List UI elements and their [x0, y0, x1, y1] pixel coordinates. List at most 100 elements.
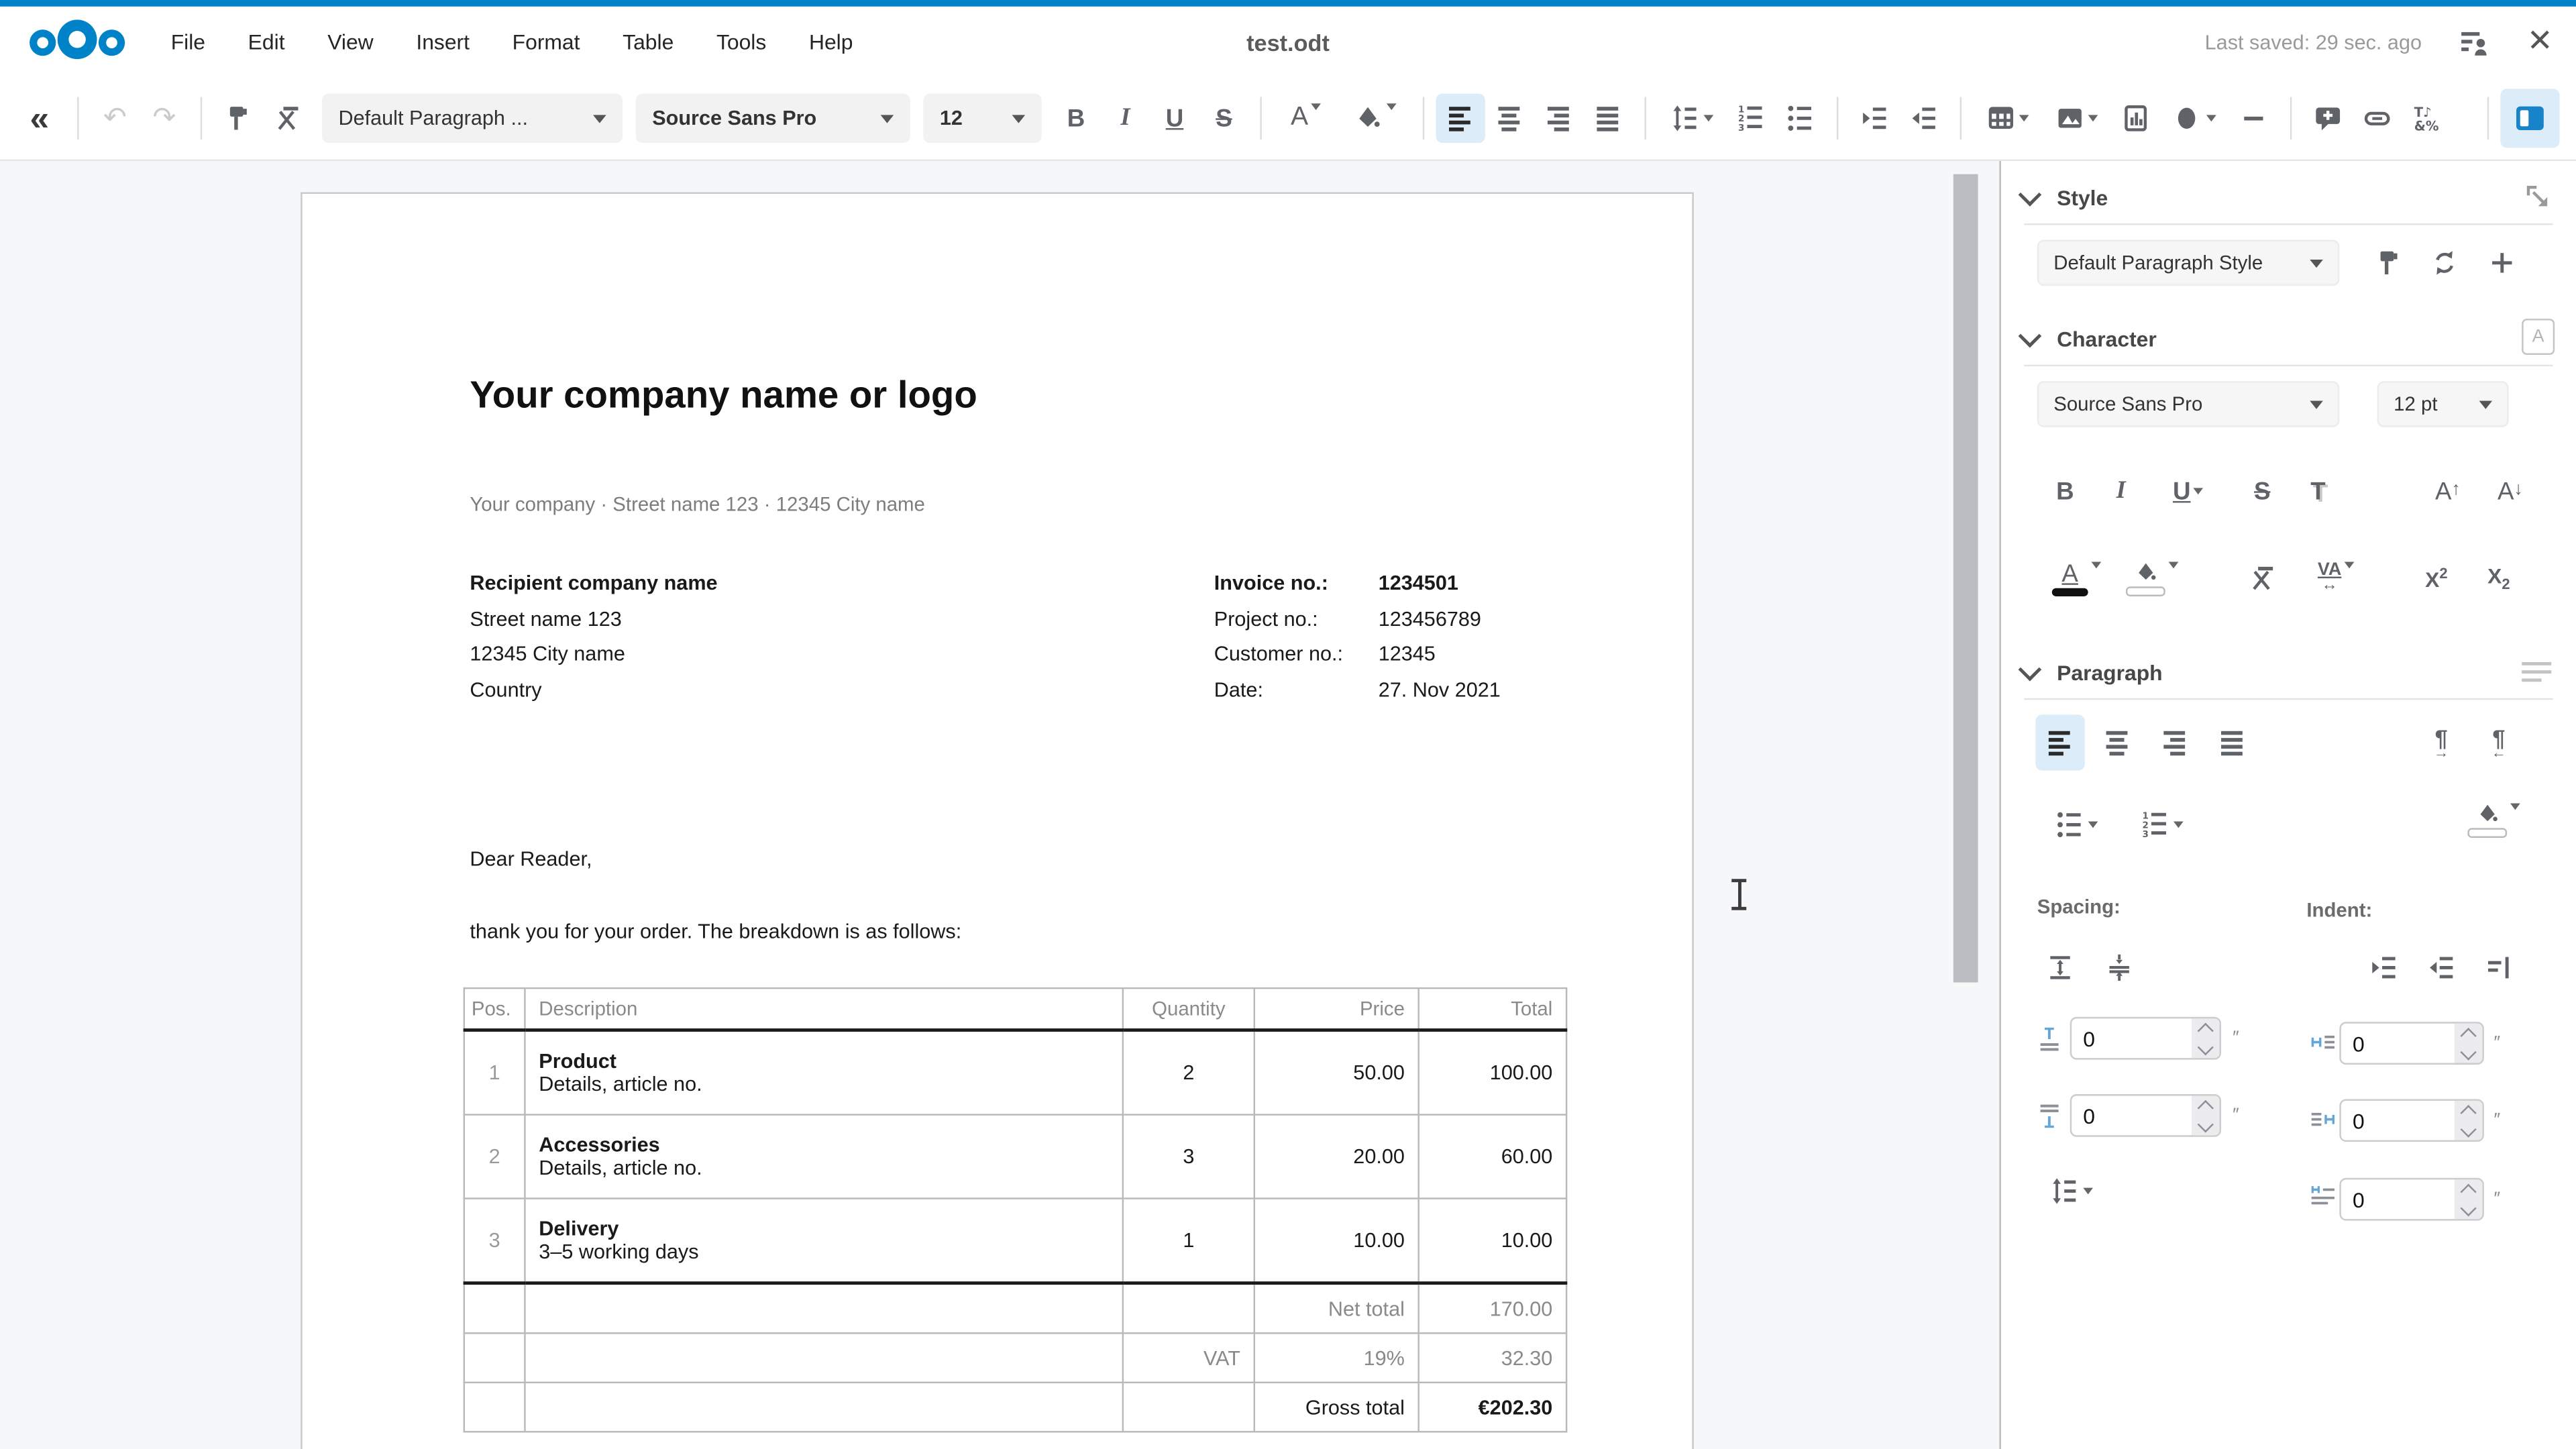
sidebar-align-justify-button[interactable]	[2208, 714, 2257, 770]
insert-comment-button[interactable]	[2303, 94, 2352, 143]
indent-before-input[interactable]: 0	[2339, 1022, 2484, 1065]
align-left-button[interactable]	[1436, 94, 1485, 143]
sidebar-decrease-indent-button[interactable]	[2416, 943, 2465, 992]
shrink-font-button[interactable]: A↓	[2474, 467, 2546, 516]
sidebar-line-spacing-button[interactable]	[2035, 1167, 2108, 1216]
sidebar-font-color-button[interactable]: A	[2041, 553, 2113, 602]
hanging-indent-button[interactable]	[2474, 943, 2523, 992]
clear-formatting-button[interactable]	[263, 94, 312, 143]
insert-horizontal-line-button[interactable]	[2229, 94, 2278, 143]
clone-formatting-button[interactable]	[213, 94, 262, 143]
paragraph-section-header[interactable]: Paragraph	[2024, 652, 2553, 692]
character-section-header[interactable]: Character	[2024, 319, 2553, 358]
sidebar-align-right-button[interactable]	[2151, 714, 2200, 770]
spinner-buttons[interactable]	[2192, 1018, 2220, 1058]
character-dialog-icon[interactable]: A	[2522, 319, 2555, 355]
sidebar-shadow-button[interactable]: T	[2294, 467, 2343, 516]
decrease-indent-button[interactable]	[1899, 94, 1948, 143]
paragraph-ltr-button[interactable]: ¶→	[2416, 714, 2465, 770]
menu-table[interactable]: Table	[623, 30, 674, 54]
sidebar-underline-button[interactable]: U	[2152, 467, 2224, 516]
menu-format[interactable]: Format	[513, 30, 580, 54]
style-preset-dropdown[interactable]: Default Paragraph Style	[2037, 240, 2340, 286]
line-spacing-button[interactable]	[1658, 94, 1727, 143]
increase-indent-button[interactable]	[1850, 94, 1899, 143]
superscript-button[interactable]: X2	[2412, 553, 2461, 602]
highlight-color-button[interactable]	[1339, 94, 1411, 143]
menu-edit[interactable]: Edit	[248, 30, 285, 54]
menu-file[interactable]: File	[171, 30, 205, 54]
font-size-dropdown[interactable]: 12	[923, 94, 1041, 143]
sidebar-increase-indent-button[interactable]	[2359, 943, 2408, 992]
chevron-down-icon	[2310, 259, 2323, 267]
italic-button[interactable]: I	[1101, 94, 1150, 143]
spinner-buttons[interactable]	[2192, 1095, 2220, 1135]
align-right-button[interactable]	[1534, 94, 1583, 143]
paragraph-dialog-icon[interactable]	[2522, 657, 2551, 687]
sidebar-font-size-dropdown[interactable]: 12 pt	[2377, 381, 2509, 427]
insert-chart-button[interactable]	[2111, 94, 2160, 143]
close-icon[interactable]: ✕	[2527, 26, 2553, 58]
strikethrough-button[interactable]: S	[1199, 94, 1248, 143]
spacing-below-input[interactable]: 0	[2070, 1094, 2221, 1137]
align-justify-button[interactable]	[1584, 94, 1633, 143]
sidebar-bold-button[interactable]: B	[2041, 467, 2090, 516]
menu-view[interactable]: View	[327, 30, 373, 54]
chevron-down-icon	[2088, 115, 2098, 121]
underline-button[interactable]: U	[1150, 94, 1199, 143]
sidebar-numbered-list-button[interactable]: 1 2 3	[2126, 800, 2198, 849]
menu-tools[interactable]: Tools	[716, 30, 766, 54]
style-section-header[interactable]: Style	[2024, 177, 2553, 217]
spinner-buttons[interactable]	[2455, 1179, 2483, 1219]
vertical-scrollbar[interactable]	[1953, 174, 1978, 983]
insert-hyperlink-button[interactable]	[2353, 94, 2402, 143]
undo-icon: ↶	[103, 102, 127, 135]
document-page[interactable]: Your company name or logo Your company ·…	[301, 193, 1694, 1449]
new-style-button[interactable]	[2477, 238, 2526, 287]
sidebar-align-center-button[interactable]	[2093, 714, 2142, 770]
menu-help[interactable]: Help	[809, 30, 853, 54]
user-list-icon[interactable]	[2458, 25, 2491, 58]
subscript-button[interactable]: X2	[2474, 553, 2523, 602]
font-name-dropdown[interactable]: Source Sans Pro	[636, 94, 910, 143]
paragraph-style-dropdown[interactable]: Default Paragraph ...	[322, 94, 623, 143]
increase-paragraph-spacing-button[interactable]	[2035, 943, 2084, 992]
spinner-buttons[interactable]	[2455, 1024, 2483, 1063]
insert-special-character-button[interactable]: T♪ &%	[2402, 94, 2451, 143]
sidebar-clear-formatting-button[interactable]	[2238, 553, 2287, 602]
grow-font-button[interactable]: A↑	[2412, 467, 2484, 516]
update-style-button[interactable]	[2364, 238, 2413, 287]
pop-out-icon[interactable]	[2524, 182, 2553, 212]
first-line-indent-input[interactable]: 0	[2339, 1178, 2484, 1221]
indent-after-input[interactable]: 0	[2339, 1099, 2484, 1142]
character-spacing-button[interactable]: VA ↔	[2300, 553, 2373, 602]
collapse-toolbar-button[interactable]: «	[16, 94, 65, 143]
sidebar-strikethrough-button[interactable]: S	[2238, 467, 2287, 516]
align-center-button[interactable]	[1485, 94, 1534, 143]
sidebar-bullet-list-button[interactable]	[2041, 800, 2113, 849]
insert-image-button[interactable]	[2042, 94, 2111, 143]
sidebar-align-left-button[interactable]	[2035, 714, 2084, 770]
spinner-buttons[interactable]	[2455, 1101, 2483, 1140]
redo-button[interactable]: ↷	[140, 94, 189, 143]
paragraph-rtl-button[interactable]: ¶←	[2474, 714, 2523, 770]
spacing-above-input[interactable]: 0	[2070, 1017, 2221, 1060]
undo-button[interactable]: ↶	[91, 94, 140, 143]
paragraph-background-color-button[interactable]	[2458, 795, 2530, 844]
nextcloud-logo-icon[interactable]	[23, 14, 131, 70]
cell-pos: 3	[464, 1199, 525, 1283]
decrease-paragraph-spacing-button[interactable]	[2094, 943, 2143, 992]
refresh-style-button[interactable]	[2420, 238, 2469, 287]
font-color-button[interactable]: A	[1273, 94, 1339, 143]
menu-list: File Edit View Insert Format Table Tools…	[171, 30, 853, 54]
menu-insert[interactable]: Insert	[416, 30, 470, 54]
insert-table-button[interactable]	[1973, 94, 2042, 143]
sidebar-highlight-color-button[interactable]	[2116, 553, 2188, 602]
bold-button[interactable]: B	[1051, 94, 1100, 143]
sidebar-font-name-dropdown[interactable]: Source Sans Pro	[2037, 381, 2340, 427]
sidebar-toggle-button[interactable]	[2500, 89, 2559, 148]
unordered-list-button[interactable]	[1776, 94, 1825, 143]
ordered-list-button[interactable]: 1 2 3	[1727, 94, 1776, 143]
sidebar-italic-button[interactable]: I	[2096, 467, 2145, 516]
insert-shape-button[interactable]	[2160, 94, 2229, 143]
